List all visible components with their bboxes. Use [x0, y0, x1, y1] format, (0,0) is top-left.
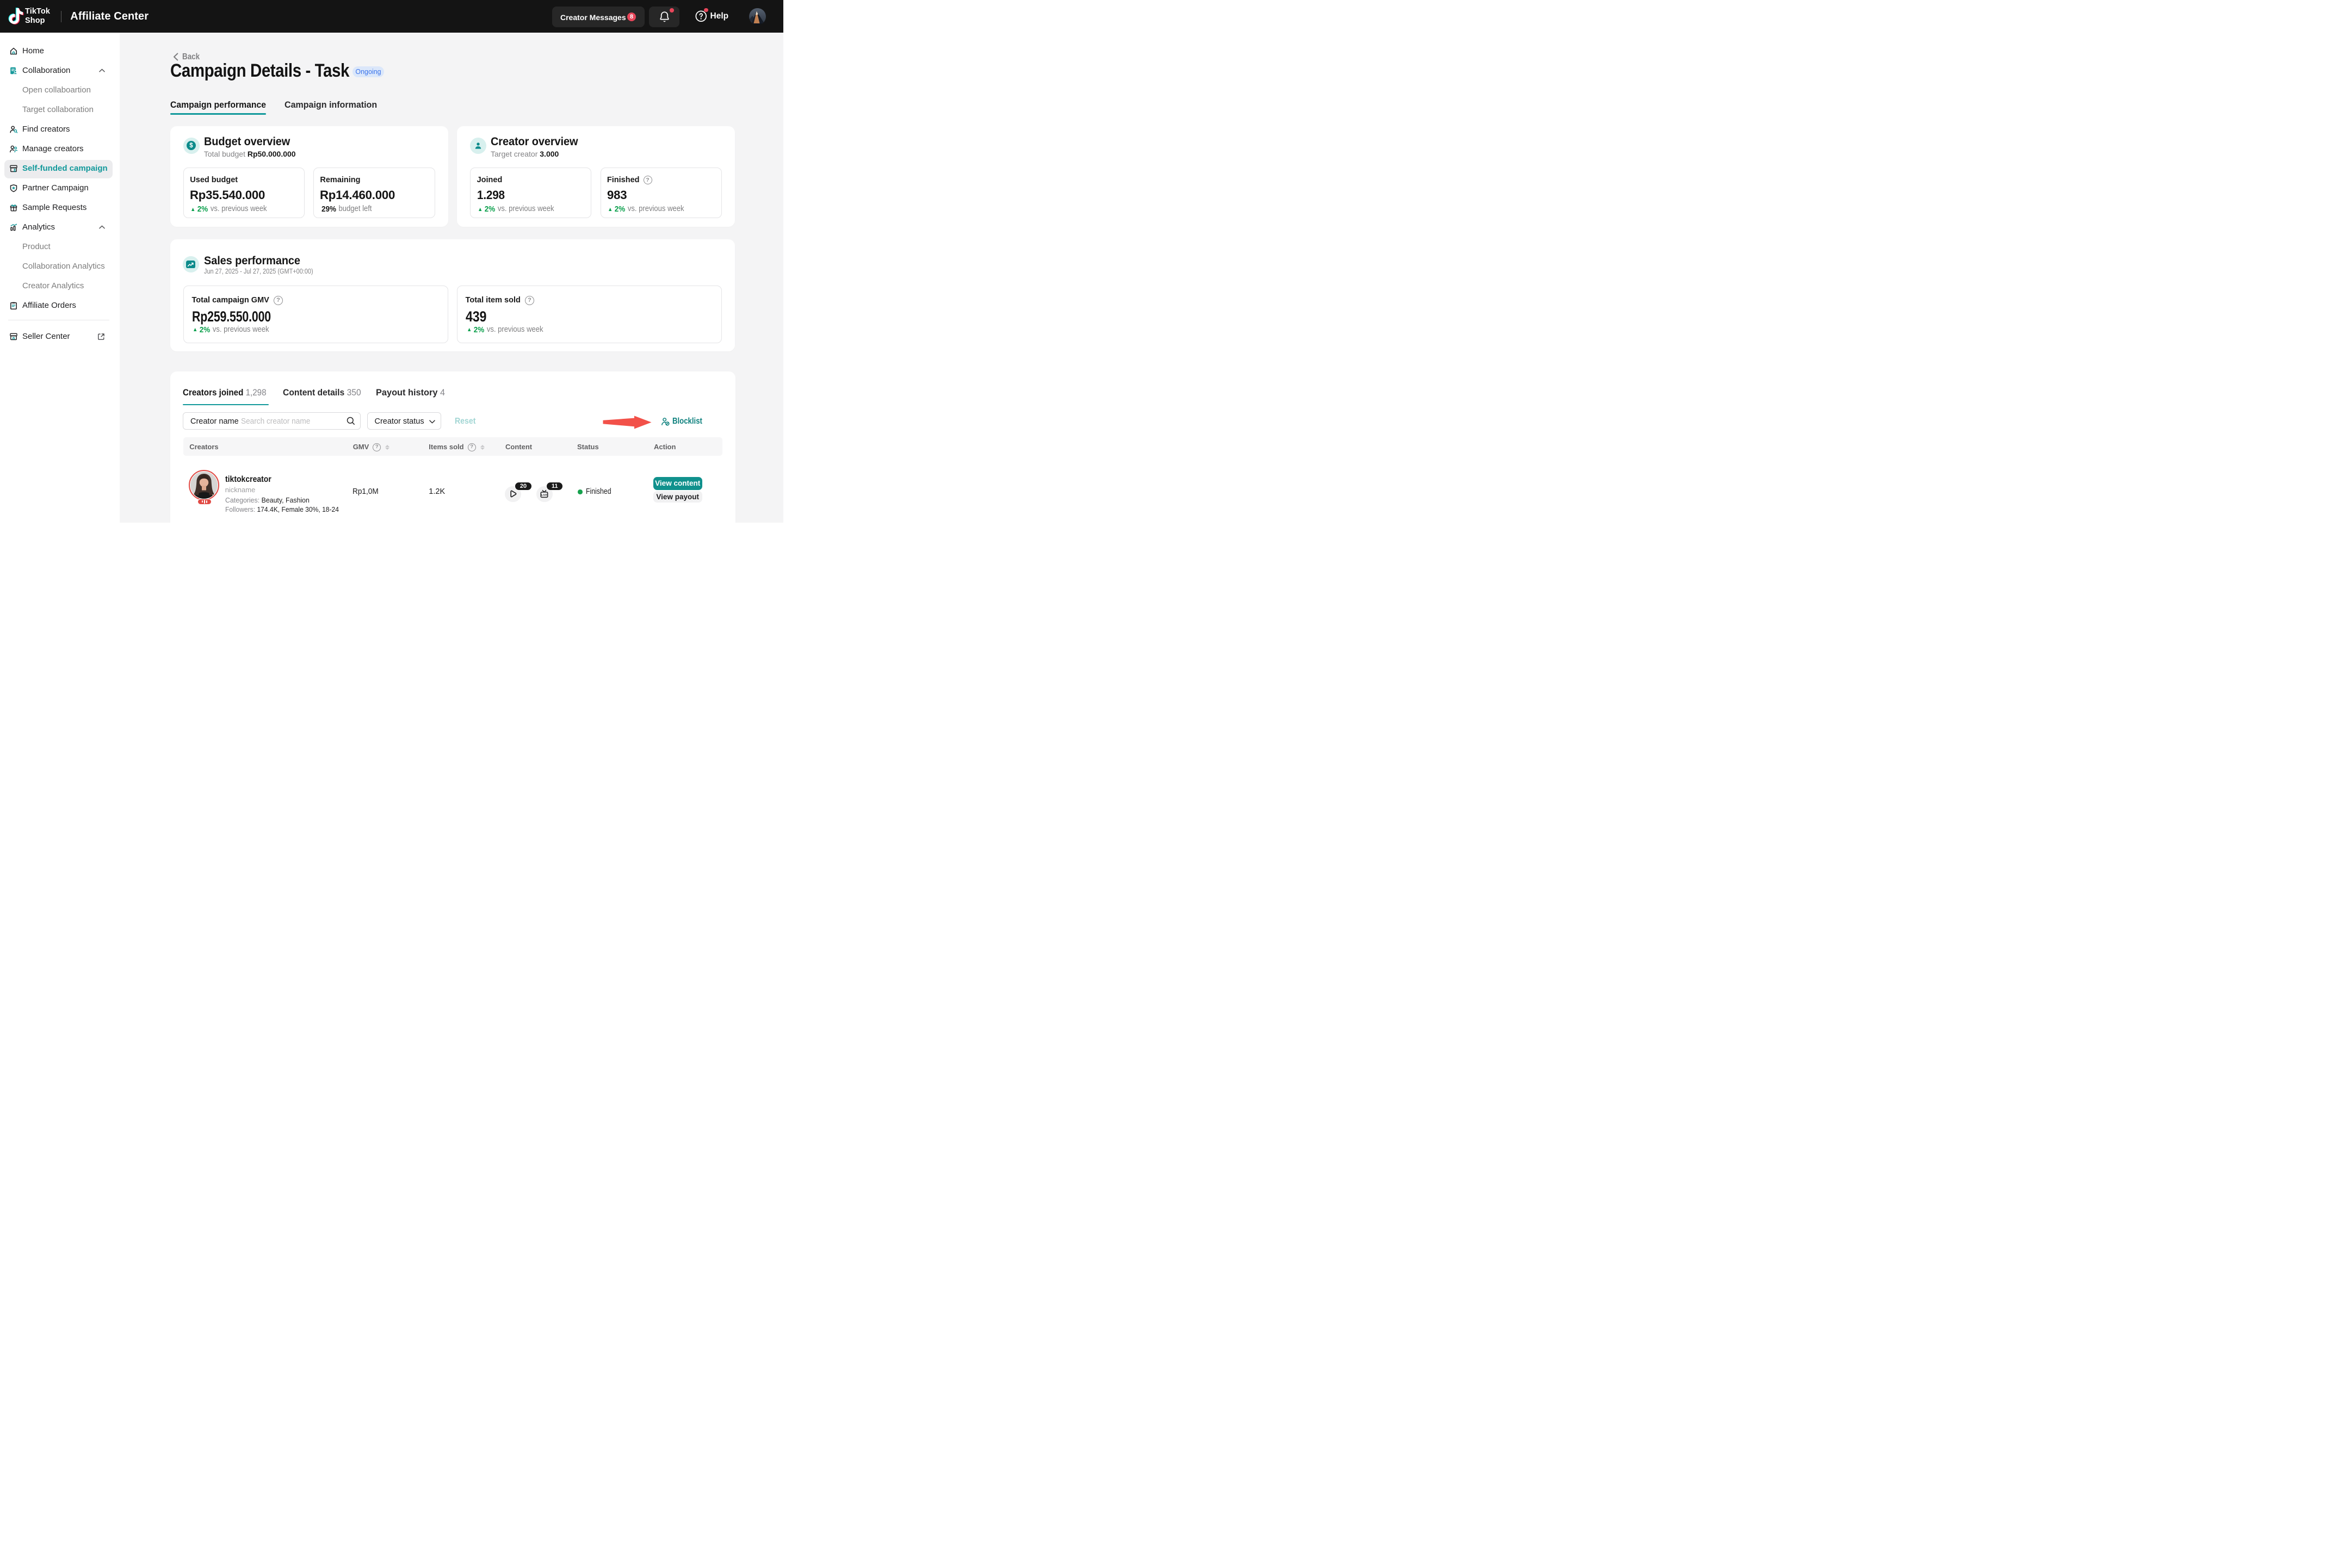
svg-text:LIVE: LIVE — [541, 494, 548, 497]
